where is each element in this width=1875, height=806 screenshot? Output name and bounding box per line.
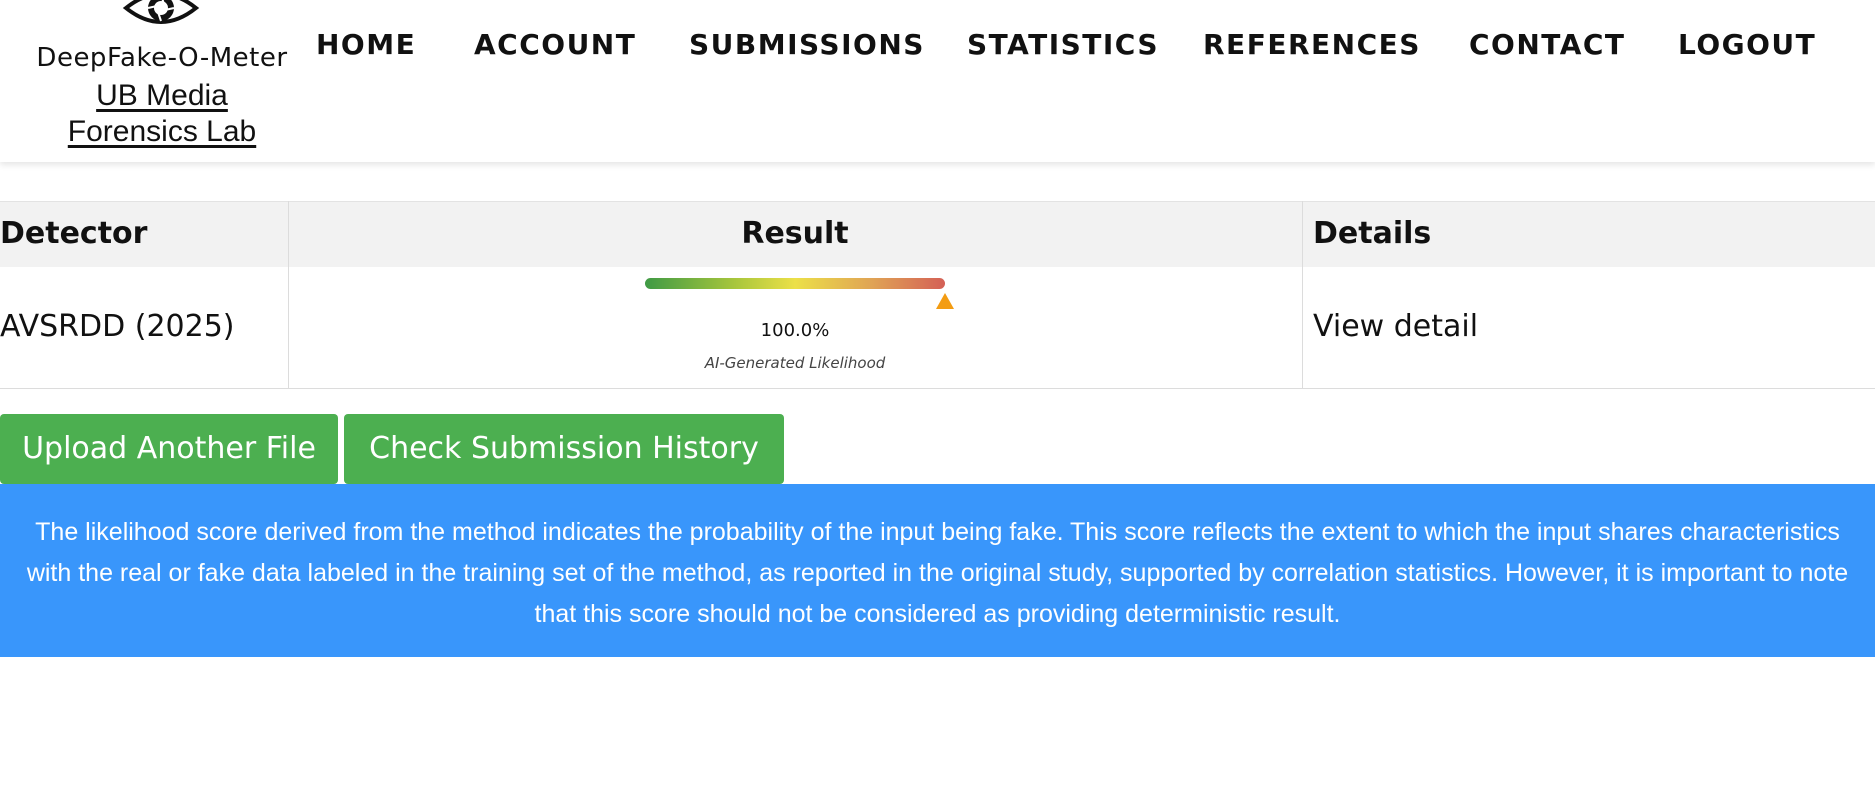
info-banner: The likelihood score derived from the me… bbox=[0, 484, 1875, 657]
detector-name: AVSRDD (2025) bbox=[0, 309, 235, 344]
nav-submissions[interactable]: SUBMISSIONS bbox=[689, 28, 925, 61]
lab-link[interactable]: UB Media Forensics Lab bbox=[40, 78, 284, 150]
likelihood-value: 100.0% bbox=[760, 320, 830, 341]
site-header: DeepFake-O-Meter UB Media Forensics Lab … bbox=[0, 0, 1875, 162]
nav-statistics[interactable]: STATISTICS bbox=[967, 28, 1159, 61]
view-detail-link[interactable]: View detail bbox=[1313, 309, 1478, 344]
main-nav: HOME ACCOUNT SUBMISSIONS STATISTICS REFE… bbox=[0, 28, 1875, 68]
logo-block: DeepFake-O-Meter UB Media Forensics Lab bbox=[0, 0, 324, 160]
nav-logout[interactable]: LOGOUT bbox=[1678, 28, 1816, 61]
nav-references[interactable]: REFERENCES bbox=[1203, 28, 1421, 61]
header-detector: Detector bbox=[0, 216, 148, 251]
nav-account[interactable]: ACCOUNT bbox=[474, 28, 636, 61]
likelihood-gauge bbox=[645, 278, 945, 289]
header-details: Details bbox=[1313, 216, 1432, 251]
check-submission-history-button[interactable]: Check Submission History bbox=[344, 414, 784, 484]
upload-another-file-button[interactable]: Upload Another File bbox=[0, 414, 338, 484]
column-divider bbox=[1302, 201, 1303, 388]
header-result: Result bbox=[741, 216, 849, 251]
likelihood-label: AI-Generated Likelihood bbox=[704, 354, 886, 372]
info-text: The likelihood score derived from the me… bbox=[26, 518, 1849, 628]
nav-home[interactable]: HOME bbox=[316, 28, 416, 61]
nav-contact[interactable]: CONTACT bbox=[1469, 28, 1626, 61]
triangle-up-icon bbox=[936, 293, 954, 309]
